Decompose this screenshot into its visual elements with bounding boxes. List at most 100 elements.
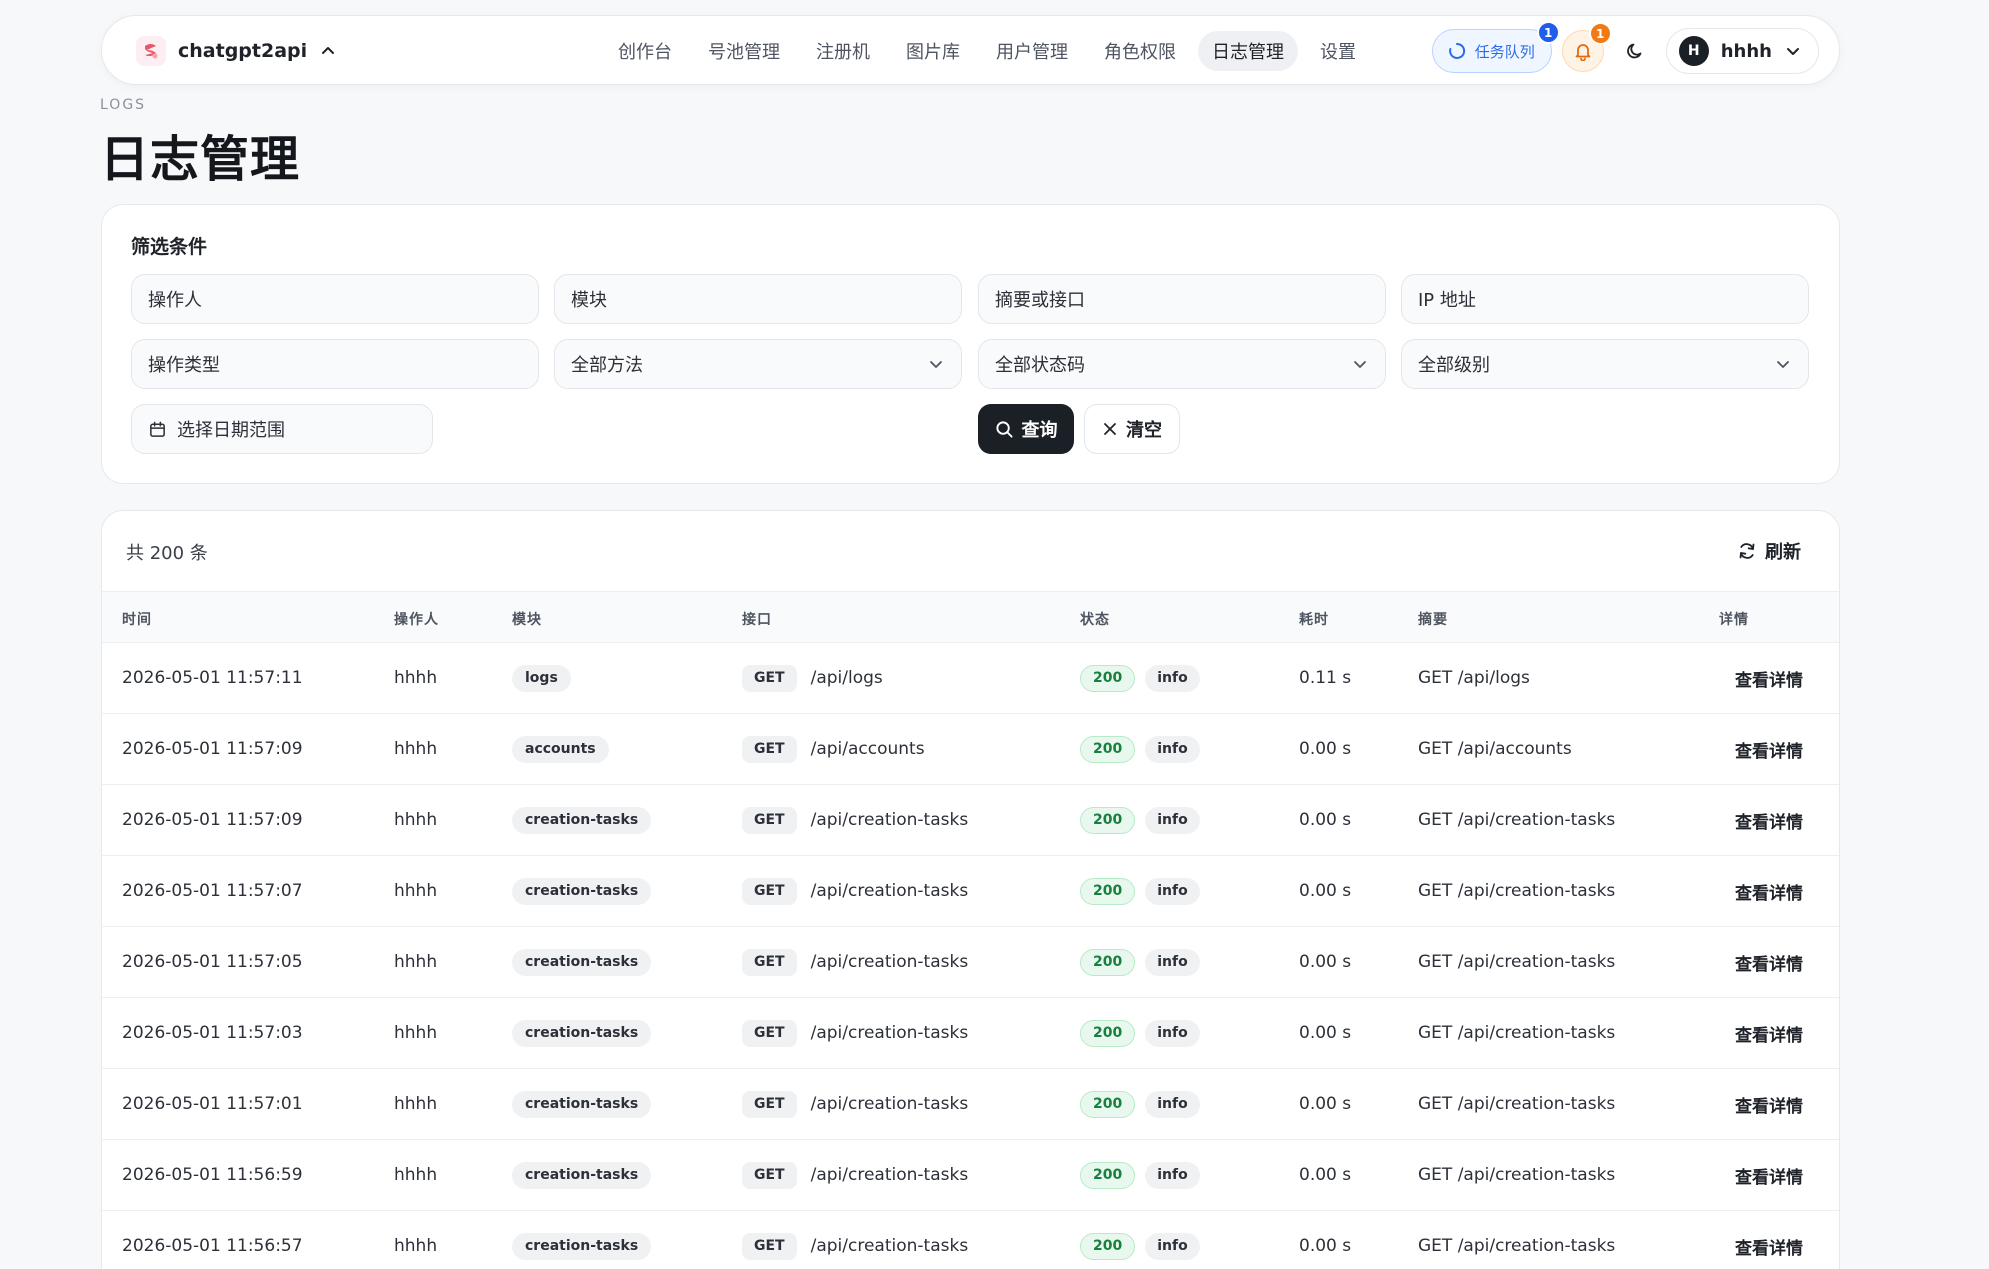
module-chip: logs (512, 664, 571, 692)
nav-item-log-management[interactable]: 日志管理 (1198, 31, 1298, 71)
action-type-input[interactable]: 操作类型 (131, 339, 539, 389)
status-badge: 200 (1080, 806, 1136, 834)
level-badge: info (1145, 806, 1200, 834)
task-queue-button[interactable]: 任务队列 1 (1431, 21, 1560, 73)
cell-duration: 0.00 s (1299, 810, 1352, 830)
view-details-link[interactable]: 查看详情 (1735, 1021, 1803, 1046)
view-details-link[interactable]: 查看详情 (1735, 879, 1803, 904)
theme-toggle-button[interactable] (1614, 30, 1656, 72)
date-range-placeholder: 选择日期范围 (177, 420, 285, 441)
ip-address-input[interactable]: IP 地址 (1401, 274, 1809, 324)
view-details-link[interactable]: 查看详情 (1735, 808, 1803, 833)
method-chip: GET (742, 1161, 797, 1189)
cell-status: 200 info (1080, 643, 1200, 713)
cell-endpoint: GET/api/logs (742, 643, 883, 713)
cell-status: 200 info (1080, 927, 1200, 997)
method-chip: GET (742, 877, 797, 905)
nav-item-registrar[interactable]: 注册机 (802, 31, 884, 71)
page-eyebrow: LOGS (100, 97, 147, 113)
cell-summary: GET /api/creation-tasks (1418, 1023, 1616, 1043)
action-type-placeholder: 操作类型 (148, 355, 220, 376)
nav-item-creation-desk[interactable]: 创作台 (604, 31, 686, 71)
method-chip: GET (742, 806, 797, 834)
view-details-link[interactable]: 查看详情 (1735, 737, 1803, 762)
cell-summary: GET /api/creation-tasks (1418, 1094, 1616, 1114)
view-details-link[interactable]: 查看详情 (1735, 666, 1803, 691)
table-row: 2026-05-01 11:57:09 hhhh accounts GET/api/a… (102, 714, 1839, 785)
log-management-page: chatgpt2api 创作台 号池管理 注册机 图片库 用户管理 角色权限 日… (0, 0, 1989, 1269)
operator-placeholder: 操作人 (148, 290, 202, 311)
cell-duration: 0.00 s (1299, 1236, 1352, 1256)
spinner-icon (1448, 42, 1465, 59)
summary-or-endpoint-input[interactable]: 摘要或接口 (978, 274, 1386, 324)
cell-status: 200 info (1080, 1069, 1200, 1139)
chevron-down-icon (1787, 48, 1799, 55)
refresh-button[interactable]: 刷新 (1737, 539, 1801, 563)
cell-time: 2026-05-01 11:57:05 (122, 952, 303, 972)
module-chip: creation-tasks (512, 1161, 652, 1189)
method-chip: GET (742, 664, 797, 692)
summary-placeholder: 摘要或接口 (995, 290, 1085, 311)
view-details-link[interactable]: 查看详情 (1735, 1092, 1803, 1117)
view-details-link[interactable]: 查看详情 (1735, 1163, 1803, 1188)
endpoint-path: /api/creation-tasks (810, 881, 969, 901)
operator-input[interactable]: 操作人 (131, 274, 539, 324)
brand-switcher[interactable]: chatgpt2api (136, 34, 337, 68)
notification-button[interactable]: 1 (1561, 22, 1612, 72)
status-badge: 200 (1080, 735, 1136, 763)
moon-icon (1626, 43, 1642, 59)
clear-button[interactable]: 清空 (1084, 404, 1180, 454)
method-select[interactable]: 全部方法 (554, 339, 962, 389)
cell-module: creation-tasks (512, 1140, 652, 1210)
cell-operator: hhhh (394, 1165, 438, 1185)
cell-operator: hhhh (394, 952, 438, 972)
nav-item-user-management[interactable]: 用户管理 (982, 31, 1082, 71)
level-badge: info (1145, 1232, 1200, 1260)
nav-item-settings[interactable]: 设置 (1306, 31, 1370, 71)
main-nav: 创作台 号池管理 注册机 图片库 用户管理 角色权限 日志管理 设置 (604, 31, 1370, 71)
view-details-link[interactable]: 查看详情 (1735, 950, 1803, 975)
table-row: 2026-05-01 11:56:59 hhhh creation-tasks GET… (102, 1140, 1839, 1211)
cell-duration: 0.00 s (1299, 1165, 1352, 1185)
cell-summary: GET /api/creation-tasks (1418, 1165, 1616, 1185)
module-chip: creation-tasks (512, 1090, 652, 1118)
chevron-up-icon (322, 47, 335, 54)
level-select-value: 全部级别 (1418, 355, 1490, 376)
date-range-picker[interactable]: 选择日期范围 (131, 404, 433, 454)
nav-item-account-pool[interactable]: 号池管理 (694, 31, 794, 71)
cell-time: 2026-05-01 11:57:09 (122, 810, 303, 830)
notification-badge: 1 (1588, 22, 1612, 45)
method-chip: GET (742, 1019, 797, 1047)
level-badge: info (1145, 1019, 1200, 1047)
cell-status: 200 info (1080, 1140, 1200, 1210)
status-badge: 200 (1080, 1090, 1136, 1118)
nav-item-role-permissions[interactable]: 角色权限 (1090, 31, 1190, 71)
cell-module: creation-tasks (512, 998, 652, 1068)
status-code-select[interactable]: 全部状态码 (978, 339, 1386, 389)
status-badge: 200 (1080, 1019, 1136, 1047)
user-menu-button[interactable]: H hhhh (1665, 28, 1819, 74)
status-badge: 200 (1080, 1232, 1136, 1260)
method-chip: GET (742, 948, 797, 976)
page-title: 日志管理 (100, 131, 301, 188)
cell-summary: GET /api/creation-tasks (1418, 881, 1616, 901)
module-chip: accounts (512, 735, 609, 763)
refresh-icon (1739, 543, 1755, 559)
cell-endpoint: GET/api/creation-tasks (742, 927, 968, 997)
cell-endpoint: GET/api/creation-tasks (742, 856, 968, 926)
brand-logo-icon (136, 36, 166, 66)
view-details-link[interactable]: 查看详情 (1735, 1234, 1803, 1259)
query-button[interactable]: 查询 (978, 404, 1074, 454)
column-header-operator: 操作人 (394, 612, 439, 628)
column-header-endpoint: 接口 (742, 612, 772, 628)
nav-item-image-library[interactable]: 图片库 (892, 31, 974, 71)
cell-details: 查看详情 (1735, 1140, 1803, 1210)
module-input[interactable]: 模块 (554, 274, 962, 324)
level-badge: info (1145, 877, 1200, 905)
endpoint-path: /api/logs (810, 668, 883, 688)
level-select[interactable]: 全部级别 (1401, 339, 1809, 389)
cell-operator: hhhh (394, 668, 438, 688)
cell-operator: hhhh (394, 881, 438, 901)
header-tools: 任务队列 1 1 H hhhh (1431, 21, 1819, 74)
cell-endpoint: GET/api/creation-tasks (742, 785, 968, 855)
